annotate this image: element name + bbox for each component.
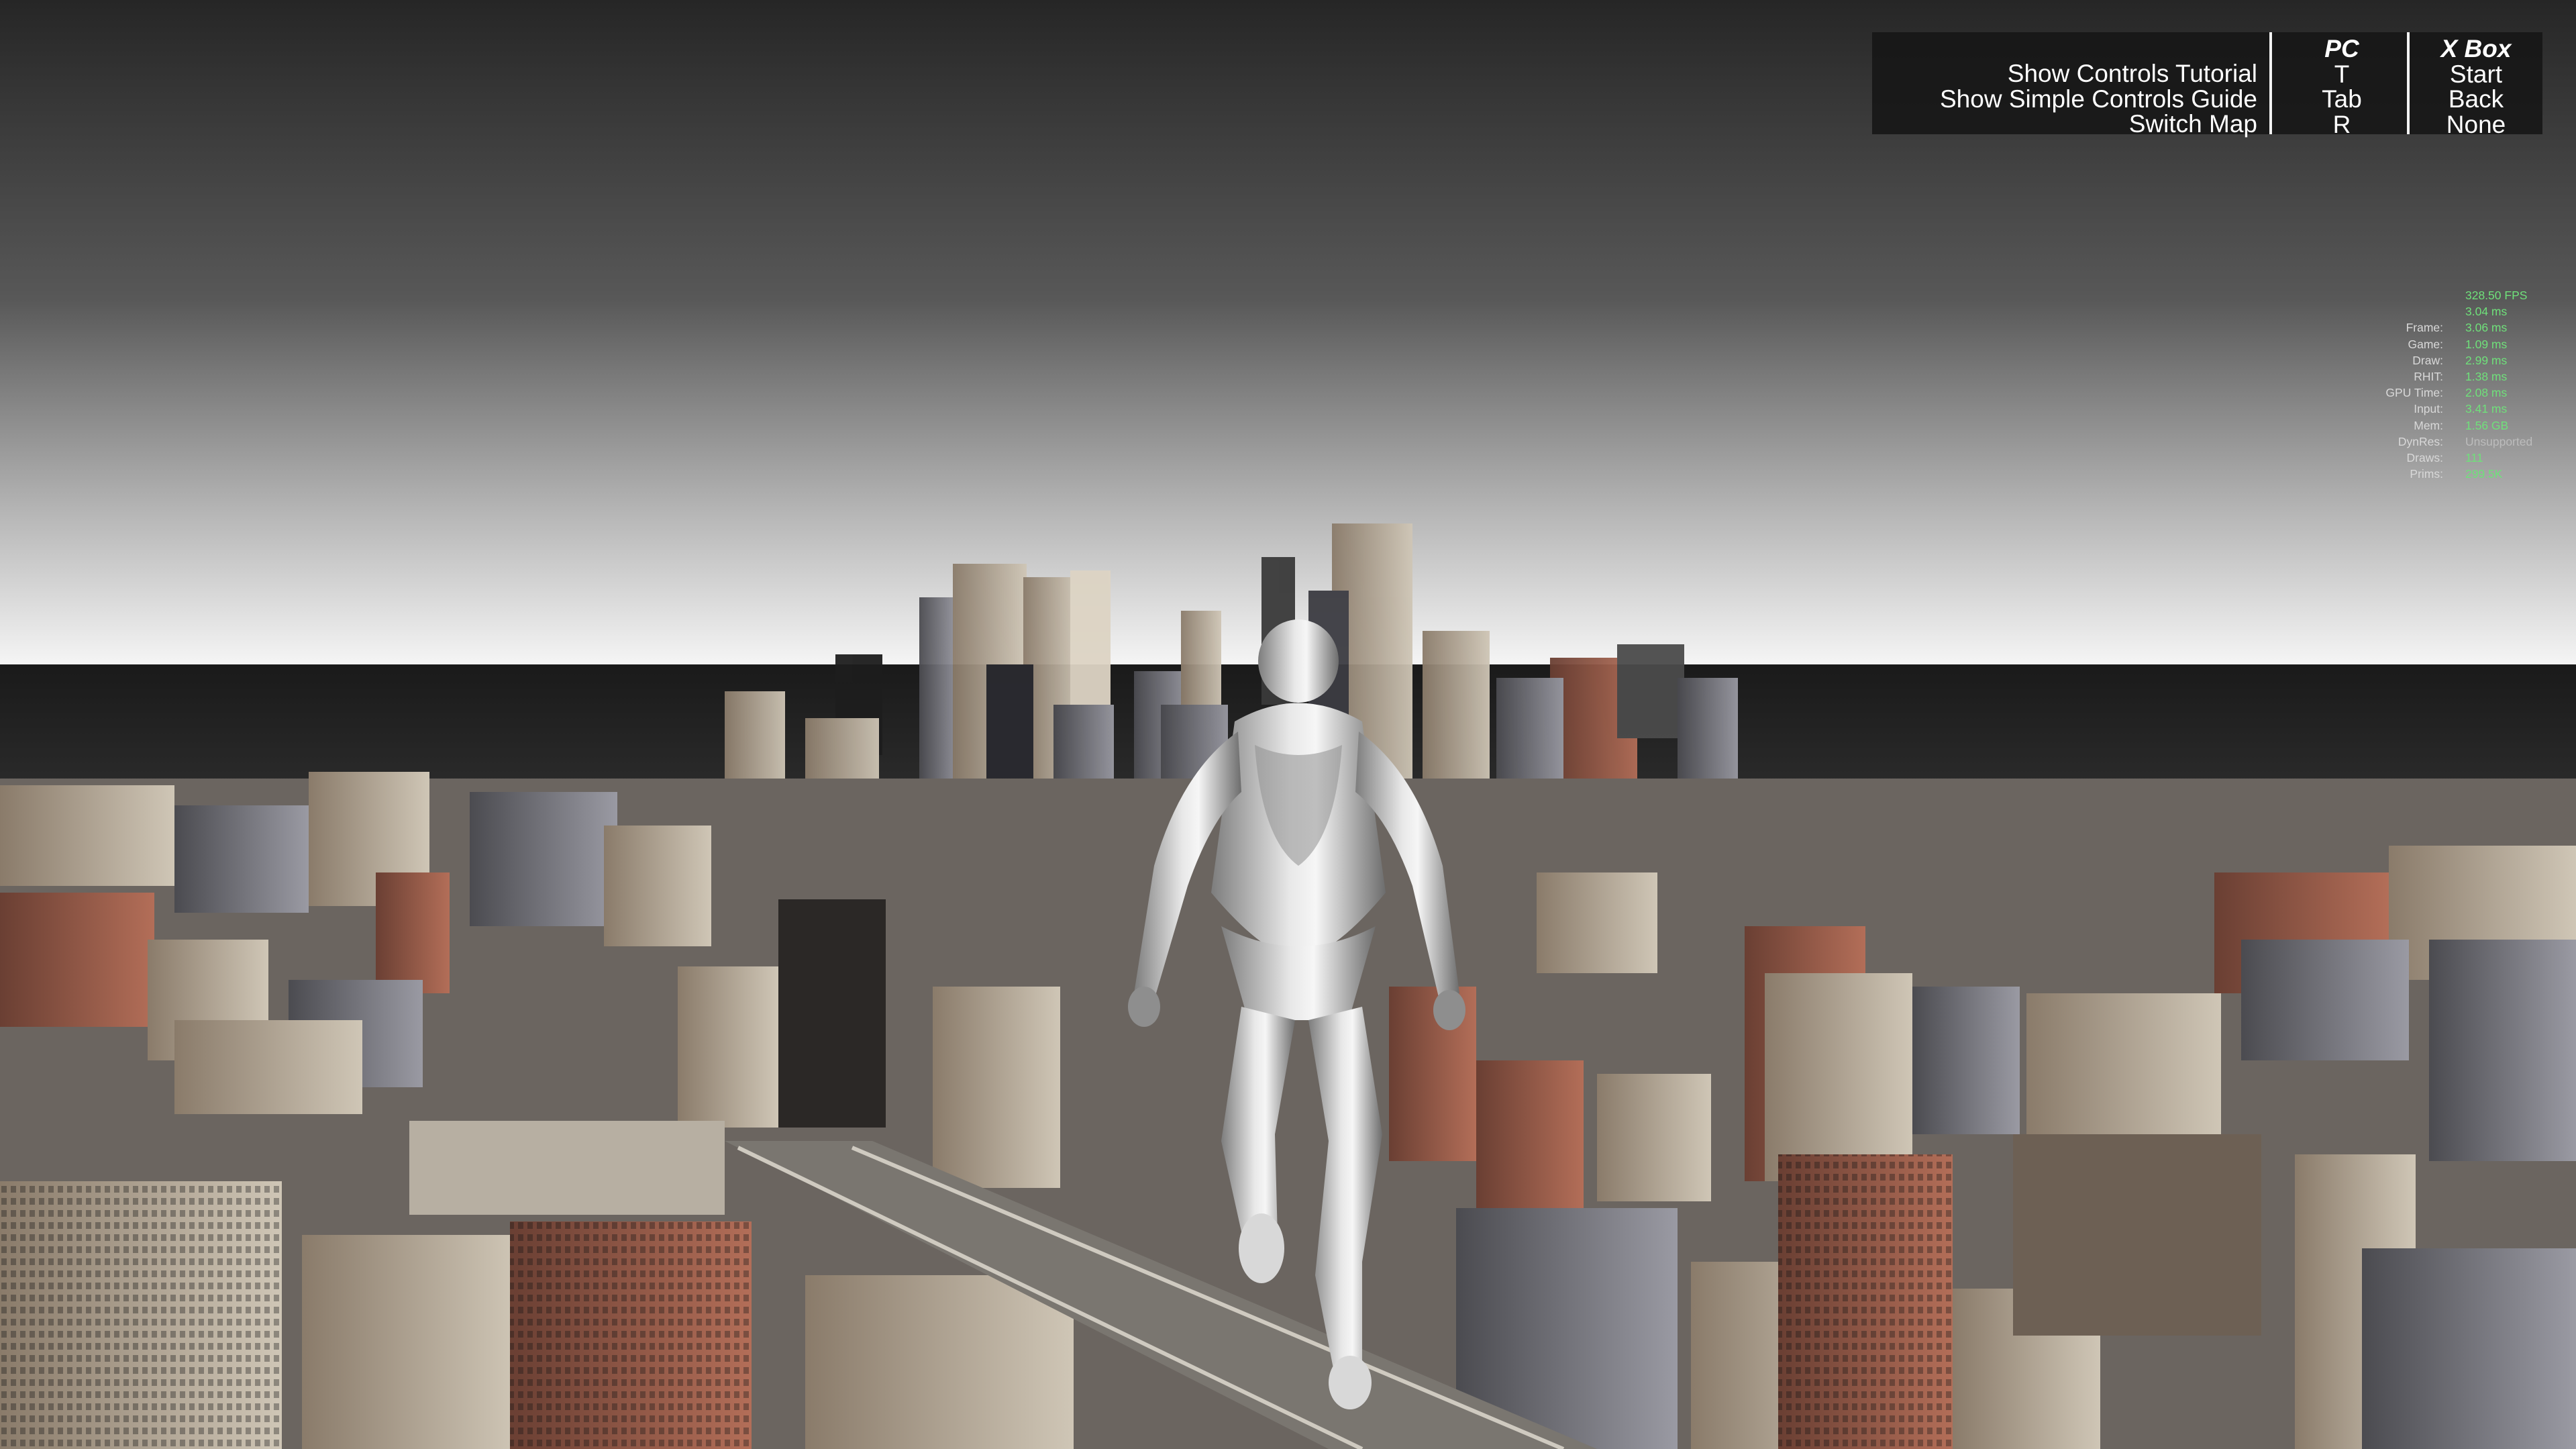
- action-show-controls-tutorial: Show Controls Tutorial: [2007, 60, 2257, 87]
- pc-header: PC: [2324, 35, 2359, 62]
- controls-panel: Show Controls Tutorial Show Simple Contr…: [1872, 32, 2542, 137]
- stat-draw: Draw: 2.99 ms: [2412, 353, 2508, 367]
- stat-rhit: RHIT: 1.38 ms: [2414, 369, 2508, 383]
- column-divider: [2407, 32, 2410, 134]
- stat-frame: Frame: 3.06 ms: [2406, 321, 2508, 335]
- pc-key-guide: Tab: [2322, 85, 2362, 113]
- performance-stats: 328.50 FPS 3.04 ms Frame: 3.06 ms Game: 1.…: [2362, 287, 2563, 482]
- stat-gpu-time: GPU Time: 2.08 ms: [2385, 386, 2508, 400]
- stat-draws: Draws: 111: [2406, 450, 2483, 464]
- xbox-key-guide: Back: [2448, 85, 2504, 113]
- stat-dynres: DynRes: Unsupported: [2398, 434, 2533, 448]
- stat-game: Game: 1.09 ms: [2408, 337, 2508, 351]
- action-show-simple-controls-guide: Show Simple Controls Guide: [1940, 85, 2257, 113]
- xbox-header: X Box: [2440, 35, 2512, 62]
- xbox-key-switch-map: None: [2446, 110, 2506, 138]
- stat-input: Input: 3.41 ms: [2414, 402, 2508, 416]
- pc-key-switch-map: R: [2332, 110, 2351, 138]
- pc-key-tutorial: T: [2334, 60, 2350, 88]
- stat-mem: Mem: 1.56 GB: [2414, 418, 2509, 432]
- stat-frame-ms: 3.04 ms: [2465, 305, 2508, 319]
- column-divider: [2269, 32, 2272, 134]
- stat-fps: 328.50 FPS: [2465, 289, 2528, 302]
- action-switch-map: Switch Map: [2128, 110, 2257, 138]
- controls-actions: Show Controls Tutorial Show Simple Contr…: [1940, 61, 2257, 137]
- pc-keys-column: PC T Tab R: [2275, 36, 2409, 137]
- game-viewport: [0, 0, 2576, 1449]
- stat-prims: Prims: 299.5K: [2410, 467, 2503, 481]
- xbox-keys-column: X Box Start Back None: [2412, 36, 2540, 137]
- xbox-key-tutorial: Start: [2449, 60, 2503, 88]
